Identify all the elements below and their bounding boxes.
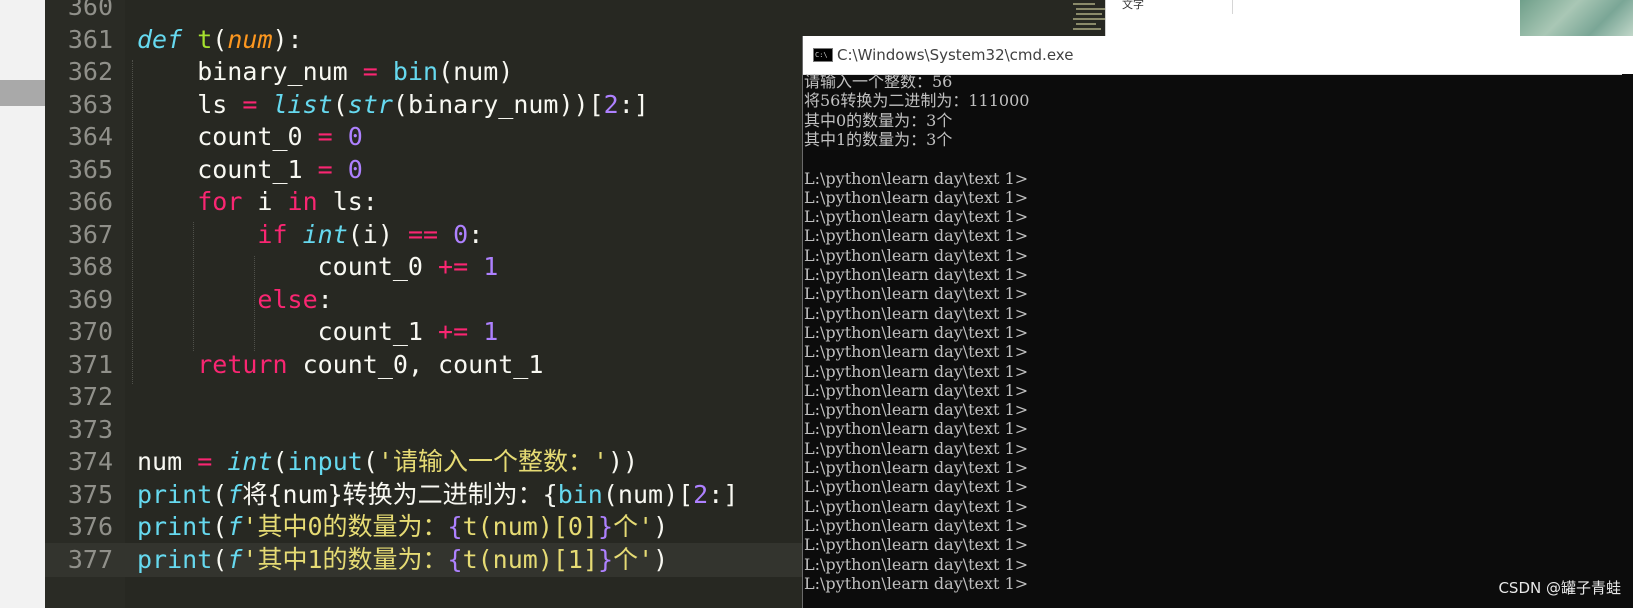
watermark: CSDN @罐子青蛙 <box>1498 579 1621 597</box>
console-line: L:\python\learn day\text 1> <box>804 535 1029 555</box>
console-line: L:\python\learn day\text 1> <box>804 342 1029 362</box>
console-line: L:\python\learn day\text 1> <box>804 361 1029 381</box>
code-line[interactable]: 360 <box>45 0 1120 24</box>
console-line: L:\python\learn day\text 1> <box>804 187 1029 207</box>
console-line: L:\python\learn day\text 1> <box>804 265 1029 284</box>
console-line: L:\python\learn day\text 1> <box>804 207 1029 227</box>
code-text: if int(i) == 0: <box>257 219 484 249</box>
code-text: num = int(input('请输入一个整数：')) <box>137 447 639 476</box>
indent-guide <box>132 60 133 384</box>
code-text: count_0 += 1 <box>137 252 499 281</box>
line-number: 374 <box>67 447 113 476</box>
line-number: 376 <box>67 512 113 541</box>
line-number: 362 <box>67 57 113 86</box>
code-text: print(f'其中1的数量为：{t(num)[1]}个') <box>137 544 669 574</box>
code-text: count_0 = 0 <box>137 122 363 151</box>
line-number: 369 <box>67 284 113 314</box>
cmd-title: C:\Windows\System32\cmd.exe <box>837 46 1074 64</box>
code-text: ls = list(str(binary_num))[2:] <box>137 89 649 119</box>
console-line: 其中1的数量为：3个 <box>804 129 953 149</box>
console-line: L:\python\learn day\text 1> <box>804 400 1029 420</box>
left-panel-strip <box>0 0 45 608</box>
indent-guide <box>193 222 194 351</box>
cmd-scrollbar[interactable] <box>1622 74 1633 608</box>
console-line: L:\python\learn day\text 1> <box>804 419 1029 439</box>
console-line: L:\python\learn day\text 1> <box>804 245 1029 265</box>
line-number: 375 <box>67 479 113 509</box>
console-line: L:\python\learn day\text 1> <box>804 458 1029 477</box>
line-number: 366 <box>67 187 113 216</box>
console-line: L:\python\learn day\text 1> <box>804 477 1029 497</box>
console-line: L:\python\learn day\text 1> <box>804 573 1029 593</box>
cmd-console-output[interactable]: 请输入一个整数：56 将56转换为二进制为：111000 其中0的数量为：3个 其中1… <box>803 74 1633 608</box>
console-line: L:\python\learn day\text 1> <box>804 226 1029 246</box>
background-window-tab[interactable]: 文字 <box>1122 0 1233 14</box>
line-number: 377 <box>67 544 113 574</box>
console-line: 其中0的数量为：3个 <box>804 110 953 130</box>
background-window: 文字 <box>1105 0 1526 36</box>
cmd-icon <box>813 48 833 62</box>
code-text: binary_num = bin(num) <box>137 57 514 86</box>
line-number: 360 <box>67 0 113 21</box>
code-text: else: <box>257 284 333 314</box>
line-number: 373 <box>67 414 113 444</box>
code-text: return count_0, count_1 <box>197 349 544 379</box>
console-line: 将56转换为二进制为：111000 <box>804 91 1030 111</box>
line-number: 365 <box>67 154 113 184</box>
console-line: 请输入一个整数：56 <box>804 74 953 91</box>
console-line: L:\python\learn day\text 1> <box>804 284 1029 304</box>
line-number: 361 <box>67 24 113 54</box>
line-number: 363 <box>67 89 113 119</box>
line-number: 372 <box>67 382 113 411</box>
console-line: L:\python\learn day\text 1> <box>804 380 1029 400</box>
console-line: L:\python\learn day\text 1> <box>804 496 1029 516</box>
code-text: count_1 += 1 <box>137 317 499 346</box>
console-line: L:\python\learn day\text 1> <box>804 438 1029 458</box>
code-text: print(f将{num}转换为二进制为：{bin(num)[2:] <box>137 479 739 509</box>
line-number: 370 <box>67 317 113 346</box>
console-line: L:\python\learn day\text 1> <box>804 515 1029 535</box>
code-text: def t(num): <box>137 24 303 54</box>
line-number: 371 <box>67 349 113 379</box>
cmd-titlebar[interactable]: C:\Windows\System32\cmd.exe <box>803 36 1633 75</box>
line-number: 367 <box>67 219 113 249</box>
cmd-window[interactable]: C:\Windows\System32\cmd.exe 请输入一个整数：56将5… <box>802 36 1633 608</box>
console-line: L:\python\learn day\text 1> <box>804 303 1029 323</box>
left-panel-selection <box>0 80 45 106</box>
code-text: count_1 = 0 <box>137 154 363 184</box>
console-line: L:\python\learn day\text 1> <box>804 554 1029 574</box>
indent-guide <box>254 256 255 351</box>
line-number: 368 <box>67 252 113 281</box>
background-image <box>1520 0 1633 36</box>
code-text: for i in ls: <box>197 187 378 216</box>
console-line: L:\python\learn day\text 1> <box>804 168 1029 188</box>
console-line: L:\python\learn day\text 1> <box>804 322 1029 342</box>
line-number: 364 <box>67 122 113 151</box>
code-text: print(f'其中0的数量为：{t(num)[0]}个') <box>137 512 669 541</box>
